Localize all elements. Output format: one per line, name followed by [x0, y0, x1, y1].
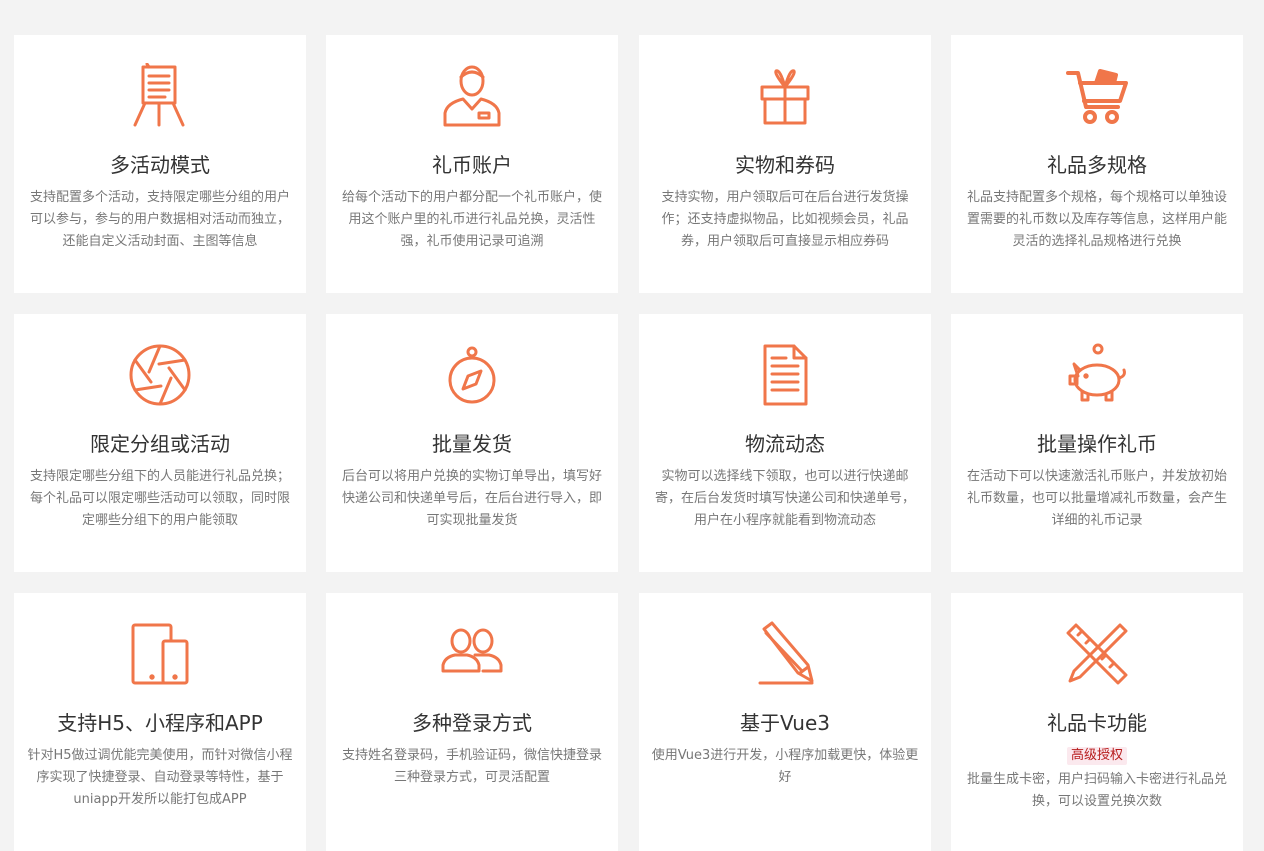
- feature-desc: 支持配置多个活动，支持限定哪些分组的用户可以参与，参与的用户数据相对活动而独立，…: [29, 190, 290, 249]
- feature-card-coin-account: 礼币账户 给每个活动下的用户都分配一个礼币账户，使用这个账户里的礼币进行礼品兑换…: [326, 35, 618, 293]
- feature-title: 实物和券码: [735, 153, 835, 177]
- feature-card-multi-spec: 礼品多规格 礼品支持配置多个规格，每个规格可以单独设置需要的礼币数以及库存等信息…: [951, 35, 1243, 293]
- feature-desc: 支持限定哪些分组下的人员能进行礼品兑换；每个礼品可以限定哪些活动可以领取，同时限…: [29, 469, 290, 528]
- ruler-pencil-icon: [951, 621, 1243, 687]
- feature-desc: 实物可以选择线下领取，也可以进行快递邮寄，在后台发货时填写快递公司和快递单号，用…: [654, 469, 915, 528]
- devices-icon: [14, 621, 306, 687]
- feature-title: 礼品卡功能: [1047, 711, 1147, 735]
- users-icon: [326, 621, 618, 687]
- feature-card-physical-coupon: 实物和券码 支持实物，用户领取后可在后台进行发货操作；还支持虚拟物品，比如视频会…: [639, 35, 931, 293]
- feature-card-multi-activity: 多活动模式 支持配置多个活动，支持限定哪些分组的用户可以参与，参与的用户数据相对…: [14, 35, 306, 293]
- badge-wrap: 高级授权: [951, 743, 1243, 765]
- feature-card-group-limit: 限定分组或活动 支持限定哪些分组下的人员能进行礼品兑换；每个礼品可以限定哪些活动…: [14, 314, 306, 572]
- feature-desc: 支持姓名登录码，手机验证码，微信快捷登录三种登录方式，可灵活配置: [341, 748, 602, 785]
- shopping-cart-icon: [951, 63, 1243, 129]
- feature-card-login: 多种登录方式 支持姓名登录码，手机验证码，微信快捷登录三种登录方式，可灵活配置: [326, 593, 618, 851]
- feature-card-platforms: 支持H5、小程序和APP 针对H5做过调优能完美使用，而针对微信小程序实现了快捷…: [14, 593, 306, 851]
- piggy-bank-icon: [951, 342, 1243, 408]
- feature-title: 限定分组或活动: [90, 432, 230, 456]
- feature-title: 礼币账户: [432, 153, 512, 177]
- feature-title: 多活动模式: [110, 153, 210, 177]
- feature-desc: 支持实物，用户领取后可在后台进行发货操作；还支持虚拟物品，比如视频会员，礼品券，…: [661, 190, 909, 249]
- feature-grid: 多活动模式 支持配置多个活动，支持限定哪些分组的用户可以参与，参与的用户数据相对…: [0, 0, 1264, 851]
- advanced-license-badge: 高级授权: [1066, 747, 1127, 765]
- feature-desc: 礼品支持配置多个规格，每个规格可以单独设置需要的礼币数以及库存等信息，这样用户能…: [966, 190, 1227, 249]
- feature-card-vue3: 基于Vue3 使用Vue3进行开发，小程序加载更快，体验更好: [639, 593, 931, 851]
- feature-title: 批量操作礼币: [1037, 432, 1157, 456]
- feature-title: 基于Vue3: [739, 711, 831, 735]
- aperture-icon: [14, 342, 306, 408]
- feature-card-logistics: 物流动态 实物可以选择线下领取，也可以进行快递邮寄，在后台发货时填写快递公司和快…: [639, 314, 931, 572]
- feature-title: 支持H5、小程序和APP: [57, 711, 263, 735]
- feature-title: 多种登录方式: [412, 711, 532, 735]
- feature-desc: 后台可以将用户兑换的实物订单导出，填写好快递公司和快递单号后，在后台进行导入，即…: [341, 469, 602, 528]
- compass-icon: [326, 342, 618, 408]
- user-account-icon: [326, 63, 618, 129]
- feature-card-gift-card: 礼品卡功能 高级授权 批量生成卡密，用户扫码输入卡密进行礼品兑换，可以设置兑换次…: [951, 593, 1243, 851]
- feature-desc: 在活动下可以快速激活礼币账户，并发放初始礼币数量，也可以批量增减礼币数量，会产生…: [966, 469, 1227, 528]
- feature-title: 礼品多规格: [1047, 153, 1147, 177]
- pencil-icon: [639, 621, 931, 687]
- feature-desc: 使用Vue3进行开发，小程序加载更快，体验更好: [651, 748, 919, 785]
- document-icon: [639, 342, 931, 408]
- gift-box-icon: [639, 63, 931, 129]
- feature-card-batch-coin: 批量操作礼币 在活动下可以快速激活礼币账户，并发放初始礼币数量，也可以批量增减礼…: [951, 314, 1243, 572]
- feature-title: 批量发货: [432, 432, 512, 456]
- feature-desc: 批量生成卡密，用户扫码输入卡密进行礼品兑换，可以设置兑换次数: [966, 772, 1227, 809]
- feature-title: 物流动态: [745, 432, 825, 456]
- feature-desc: 针对H5做过调优能完美使用，而针对微信小程序实现了快捷登录、自动登录等特性，基于…: [27, 748, 293, 807]
- easel-board-icon: [14, 63, 306, 129]
- feature-card-batch-ship: 批量发货 后台可以将用户兑换的实物订单导出，填写好快递公司和快递单号后，在后台进…: [326, 314, 618, 572]
- feature-desc: 给每个活动下的用户都分配一个礼币账户，使用这个账户里的礼币进行礼品兑换，灵活性强…: [341, 190, 602, 249]
